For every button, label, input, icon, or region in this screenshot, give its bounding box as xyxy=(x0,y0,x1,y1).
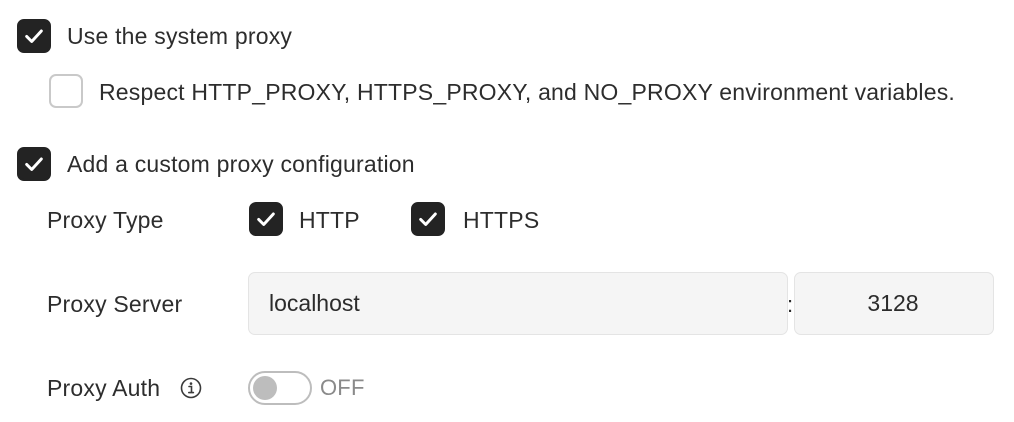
respect-env-vars-label: Respect HTTP_PROXY, HTTPS_PROXY, and NO_… xyxy=(99,79,956,105)
checkmark-icon xyxy=(25,157,43,171)
proxy-port-value: 3128 xyxy=(867,290,919,316)
proxy-host-value: localhost xyxy=(269,290,360,316)
proxy-auth-toggle[interactable] xyxy=(248,371,312,405)
proxy-type-http-label: HTTP xyxy=(299,207,360,233)
respect-env-vars-checkbox[interactable] xyxy=(49,74,83,108)
checkmark-icon xyxy=(257,212,275,226)
proxy-server-label: Proxy Server xyxy=(47,291,183,317)
checkmark-icon xyxy=(419,212,437,226)
proxy-auth-label: Proxy Auth xyxy=(47,375,161,401)
info-circle-icon[interactable] xyxy=(180,377,202,399)
proxy-type-label: Proxy Type xyxy=(47,207,164,233)
toggle-knob xyxy=(253,376,277,400)
custom-proxy-checkbox[interactable] xyxy=(17,147,51,181)
host-port-separator: : xyxy=(787,292,794,317)
proxy-host-input[interactable]: localhost xyxy=(248,272,788,335)
use-system-proxy-label: Use the system proxy xyxy=(67,23,293,49)
proxy-type-https-checkbox[interactable] xyxy=(411,202,445,236)
use-system-proxy-checkbox[interactable] xyxy=(17,19,51,53)
proxy-port-input[interactable]: 3128 xyxy=(794,272,994,335)
custom-proxy-label: Add a custom proxy configuration xyxy=(67,151,415,177)
proxy-type-https-label: HTTPS xyxy=(463,207,540,233)
proxy-auth-toggle-state: OFF xyxy=(320,375,365,400)
proxy-type-http-checkbox[interactable] xyxy=(249,202,283,236)
checkmark-icon xyxy=(25,29,43,43)
